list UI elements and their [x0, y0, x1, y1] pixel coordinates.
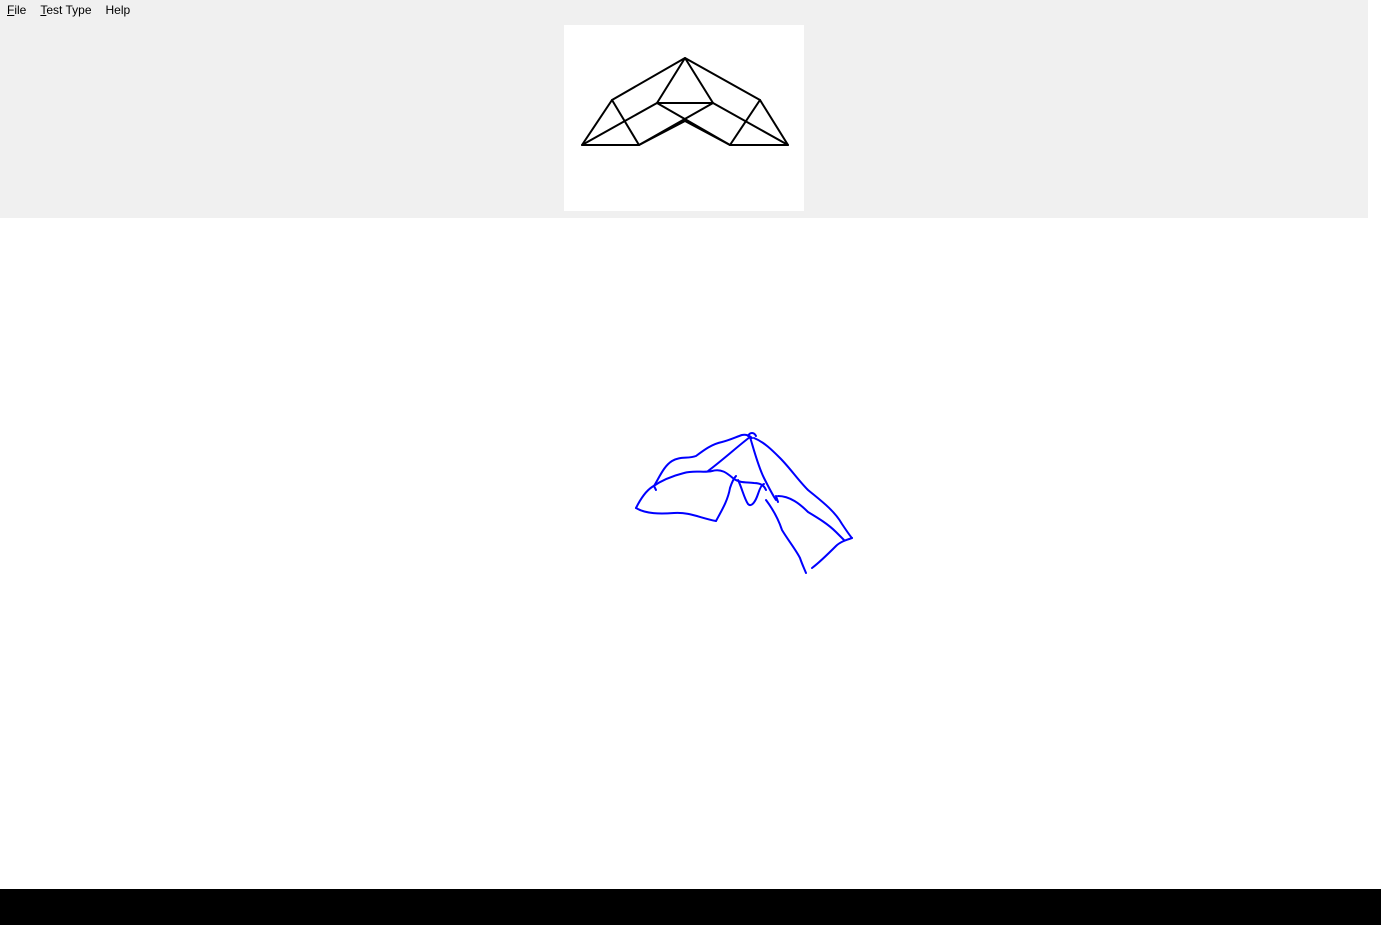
- menu-test-type[interactable]: Test Type: [33, 0, 98, 20]
- menu-help-label: Help: [105, 3, 131, 17]
- drawing-canvas[interactable]: [0, 218, 1368, 889]
- menu-test-type-label: est Type: [46, 3, 92, 17]
- app-window: File Test Type Help: [0, 0, 1368, 889]
- target-figure-panel: [564, 25, 804, 211]
- menu-file-label: ile: [14, 3, 27, 17]
- user-drawing: [635, 432, 853, 574]
- menu-bar: File Test Type Help: [0, 0, 137, 20]
- target-figure: [581, 57, 789, 146]
- window-edge: [1368, 0, 1381, 889]
- header-area: File Test Type Help: [0, 0, 1368, 218]
- menu-file[interactable]: File: [0, 0, 33, 20]
- taskbar: [0, 889, 1381, 925]
- menu-help[interactable]: Help: [99, 0, 138, 20]
